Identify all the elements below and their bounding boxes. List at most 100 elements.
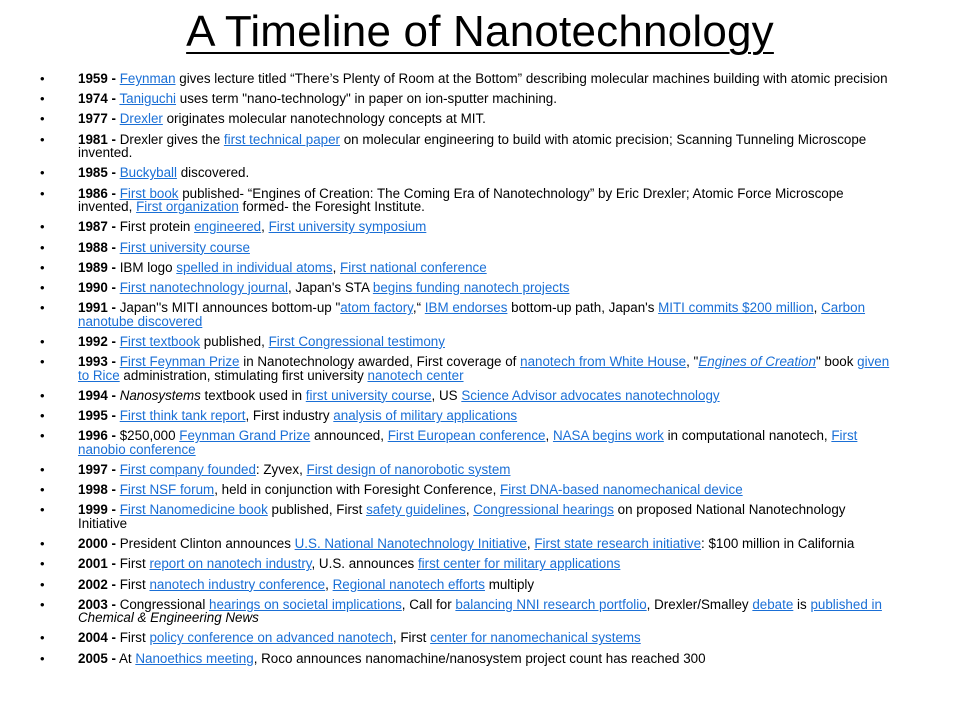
timeline-link[interactable]: First Congressional testimony — [269, 334, 445, 349]
timeline-link[interactable]: first technical paper — [224, 132, 340, 147]
timeline-link[interactable]: First university course — [120, 240, 250, 255]
timeline-entry: 1990 - First nanotechnology journal, Jap… — [40, 281, 892, 295]
timeline-link[interactable]: nanotech industry conference — [149, 577, 325, 592]
entry-year: 1977 - — [78, 111, 116, 127]
timeline-link[interactable]: Engines of Creation — [698, 354, 816, 369]
timeline-entry: 1989 - IBM logo spelled in individual at… — [40, 259, 892, 275]
entry-text: , Roco announces nanomachine/nanosystem … — [253, 650, 706, 666]
entry-text: First — [115, 576, 150, 592]
timeline-link[interactable]: Nanoethics meeting — [135, 651, 253, 666]
timeline-link[interactable]: Regional nanotech efforts — [333, 577, 485, 592]
timeline-link[interactable]: Feynman — [120, 71, 176, 86]
timeline-link[interactable]: First company founded — [120, 462, 256, 477]
entry-text: , Japan's STA — [287, 279, 373, 295]
timeline-link[interactable]: NASA begins work — [553, 428, 664, 443]
entry-year: 1985 - — [78, 165, 116, 181]
timeline-link[interactable]: Buckyball — [120, 165, 177, 180]
timeline-link[interactable]: published in — [810, 597, 881, 612]
timeline-link[interactable]: IBM endorses — [425, 300, 508, 315]
entry-year: 1990 - — [78, 279, 116, 295]
entry-text: administration, stimulating first univer… — [119, 367, 368, 383]
entry-text: is — [793, 596, 811, 612]
timeline-entry: 1991 - Japan''s MITI announces bottom-up… — [40, 301, 892, 328]
entry-text: textbook used in — [200, 387, 306, 403]
timeline-link[interactable]: First DNA-based nanomechanical device — [500, 482, 743, 497]
timeline-link[interactable]: First NSF forum — [120, 482, 214, 497]
entry-year: 2002 - — [78, 576, 116, 592]
timeline-link[interactable]: First European conference — [388, 428, 546, 443]
timeline-link[interactable]: Feynman Grand Prize — [179, 428, 310, 443]
entry-text: , Call for — [401, 596, 456, 612]
entry-text: , — [813, 300, 822, 316]
timeline-link[interactable]: safety guidelines — [366, 502, 466, 517]
entry-text: discovered. — [177, 165, 250, 181]
timeline-link[interactable]: First nanotechnology journal — [120, 280, 288, 295]
entry-year: 2000 - — [78, 536, 116, 552]
timeline-link[interactable]: center for nanomechanical systems — [430, 630, 641, 645]
timeline-link[interactable]: First state research initiative — [534, 536, 701, 551]
entry-text: announced, — [310, 428, 388, 444]
entry-year: 1995 - — [78, 408, 116, 423]
entry-year: 1998 - — [78, 482, 116, 498]
timeline-link[interactable]: First organization — [136, 199, 239, 214]
entry-text: , " — [686, 354, 699, 370]
timeline-link[interactable]: First university symposium — [269, 219, 427, 234]
entry-year: 2005 - — [78, 650, 116, 666]
timeline-link[interactable]: policy conference on advanced nanotech — [149, 630, 392, 645]
timeline-entry: 2003 - Congressional hearings on societa… — [40, 596, 892, 625]
entry-year: 1992 - — [78, 333, 116, 349]
timeline-link[interactable]: atom factory — [340, 300, 413, 315]
timeline-link[interactable]: First national conference — [340, 260, 487, 275]
timeline-link[interactable]: nanotech from White House — [520, 354, 686, 369]
timeline-link[interactable]: nanotech center — [368, 368, 464, 383]
timeline-entry: 1996 - $250,000 Feynman Grand Prize anno… — [40, 429, 892, 456]
timeline-link[interactable]: analysis of military applications — [333, 408, 517, 423]
entry-text: multiply — [484, 576, 535, 592]
timeline-link[interactable]: Drexler — [120, 111, 163, 126]
entry-text: published, First — [267, 502, 367, 518]
entry-text: formed- the Foresight Institute. — [238, 199, 425, 215]
timeline-entry: 1992 - First textbook published, First C… — [40, 335, 892, 349]
timeline-link[interactable]: Congressional hearings — [473, 502, 614, 517]
slide: A Timeline of Nanotechnology 1959 - Feyn… — [0, 0, 960, 720]
timeline-entry: 1993 - First Feynman Prize in Nanotechno… — [40, 355, 892, 382]
timeline-entry: 1974 - Taniguchi uses term "nano-technol… — [40, 92, 892, 106]
timeline-link[interactable]: spelled in individual atoms — [176, 260, 332, 275]
timeline-link[interactable]: First think tank report — [120, 408, 246, 423]
entry-year: 1997 - — [78, 461, 116, 477]
timeline-link[interactable]: first university course — [306, 388, 432, 403]
entry-text: published, — [200, 333, 269, 349]
timeline-link[interactable]: engineered — [194, 219, 261, 234]
timeline-link[interactable]: Science Advisor advocates nanotechnology — [461, 388, 719, 403]
timeline-link[interactable]: balancing NNI research portfolio — [455, 597, 646, 612]
entry-text: originates molecular nanotechnology conc… — [162, 111, 486, 127]
timeline-entry: 2001 - First report on nanotech industry… — [40, 557, 892, 571]
timeline-entry: 1994 - Nanosystems textbook used in firs… — [40, 389, 892, 403]
entry-text: , — [325, 576, 333, 592]
timeline-link[interactable]: MITI commits $200 million — [658, 300, 814, 315]
timeline-link[interactable]: First design of nanorobotic system — [307, 462, 511, 477]
entry-year: 1989 - — [78, 259, 116, 275]
entry-text: , First — [392, 630, 431, 646]
entry-year: 1987 - — [78, 219, 116, 235]
timeline-link[interactable]: first center for military applications — [418, 556, 620, 571]
timeline-entry: 2005 - At Nanoethics meeting, Roco annou… — [40, 650, 892, 666]
timeline-entry: 1997 - First company founded: Zyvex, Fir… — [40, 463, 892, 477]
timeline-link[interactable]: First textbook — [120, 334, 200, 349]
entry-text: IBM logo — [115, 259, 177, 275]
entry-text: gives lecture titled “There’s Plenty of … — [175, 71, 888, 86]
timeline-link[interactable]: First Nanomedicine book — [120, 502, 268, 517]
timeline-link[interactable]: U.S. National Nanotechnology Initiative — [295, 536, 527, 551]
entry-year: 1959 - — [78, 71, 116, 86]
timeline-link[interactable]: begins funding nanotech projects — [373, 280, 570, 295]
entry-text: " book — [815, 354, 858, 370]
entry-text: in computational nanotech, — [663, 428, 832, 444]
timeline-entry: 2000 - President Clinton announces U.S. … — [40, 537, 892, 551]
timeline-link[interactable]: debate — [752, 597, 793, 612]
entry-italic-text: Nanosystems — [115, 387, 201, 403]
timeline-entry: 1998 - First NSF forum, held in conjunct… — [40, 483, 892, 497]
timeline-list: 1959 - Feynman gives lecture titled “The… — [40, 72, 892, 672]
timeline-entry: 1987 - First protein engineered, First u… — [40, 220, 892, 234]
timeline-link[interactable]: report on nanotech industry — [149, 556, 311, 571]
timeline-link[interactable]: Taniguchi — [119, 91, 176, 106]
